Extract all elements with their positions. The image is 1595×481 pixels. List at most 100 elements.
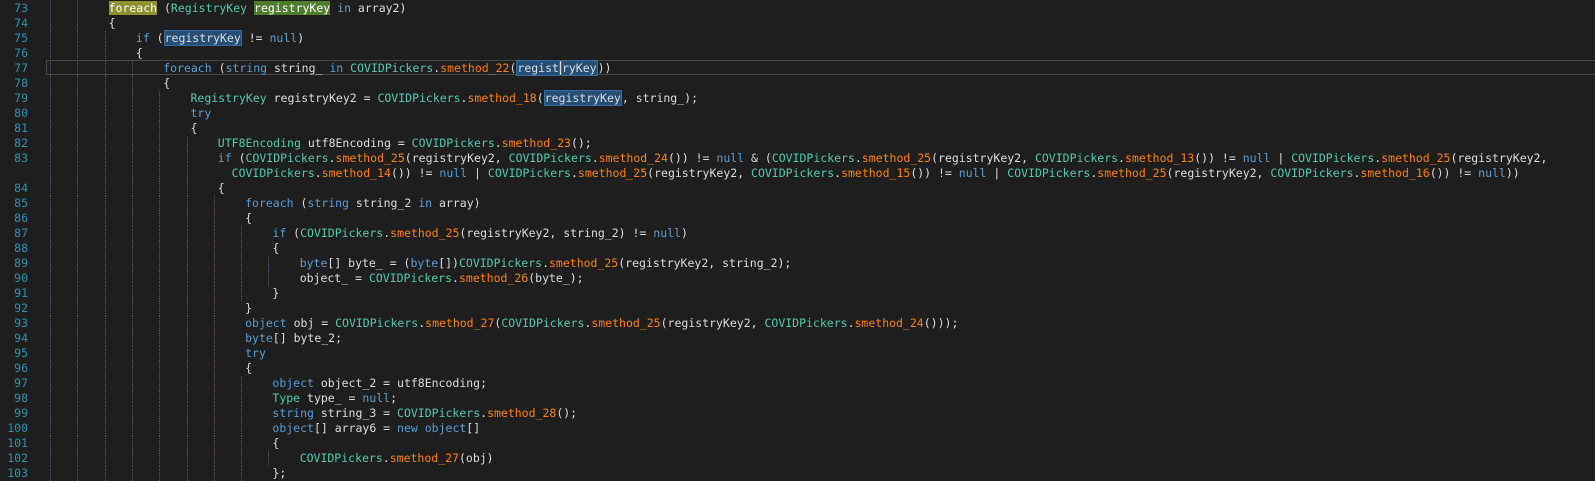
code-line[interactable]: 103}; <box>0 466 1595 481</box>
code-line[interactable]: 82 UTF8Encoding utf8Encoding = COVIDPicke… <box>0 136 1595 151</box>
indent-guide <box>50 466 51 481</box>
indent-guide <box>77 106 79 121</box>
indent-guide <box>268 271 270 286</box>
code-line[interactable]: 100 object[] array6 = new object[] <box>0 421 1595 436</box>
code-line[interactable]: COVIDPickers.smethod_14()) != null | COV… <box>0 166 1595 181</box>
indent-guide <box>50 151 51 166</box>
line-number: 93 <box>14 316 28 330</box>
code-token: | <box>986 166 1008 180</box>
code-line[interactable]: 97 object object_2 = utf8Encoding; <box>0 376 1595 391</box>
code-line[interactable]: 93 object obj = COVIDPickers.smethod_27(C… <box>0 316 1595 331</box>
indent-guide <box>186 376 188 391</box>
code-token: (); <box>570 136 592 150</box>
code-line[interactable]: 87 if (COVIDPickers.smethod_25(registryKe… <box>0 226 1595 241</box>
code-text: try <box>191 106 212 121</box>
code-text: { <box>191 121 198 136</box>
indent-guide <box>159 451 161 466</box>
code-token: (obj) <box>458 451 494 465</box>
line-number: 88 <box>14 241 28 255</box>
code-line[interactable]: 78 { <box>0 76 1595 91</box>
code-token: if <box>217 151 232 165</box>
code-line[interactable]: 92} <box>0 301 1595 316</box>
code-token: . <box>854 151 862 165</box>
code-token: )) <box>597 61 612 75</box>
code-token: try <box>190 106 212 120</box>
code-line[interactable]: 90 object_ = COVIDPickers.smethod_26(byte… <box>0 271 1595 286</box>
code-line[interactable]: 89 byte[] byte_ = (byte[])COVIDPickers.sm… <box>0 256 1595 271</box>
indent-guide <box>131 121 133 136</box>
code-line[interactable]: 102 COVIDPickers.smethod_27(obj) <box>0 451 1595 466</box>
code-editor[interactable]: 73 foreach (RegistryKey registryKey in ar… <box>0 0 1595 481</box>
indent-guide <box>131 181 133 196</box>
code-token: COVIDPickers <box>335 316 419 330</box>
indent-guide <box>77 466 79 481</box>
indent-guide <box>186 181 188 196</box>
code-line[interactable]: 88 { <box>0 241 1595 256</box>
code-line[interactable]: 74 { <box>0 16 1595 31</box>
indent-guide <box>213 331 215 346</box>
indent-guide <box>213 346 215 361</box>
line-number: 75 <box>14 31 28 45</box>
indent-guide <box>131 106 133 121</box>
code-line[interactable]: 81 { <box>0 121 1595 136</box>
indent-guide <box>159 466 161 481</box>
indent-guide <box>159 286 161 301</box>
code-line[interactable]: 86 { <box>0 211 1595 226</box>
code-token: COVIDPickers <box>368 271 453 285</box>
indent-guide <box>50 136 51 151</box>
code-line[interactable]: 73 foreach (RegistryKey registryKey in ar… <box>0 1 1595 16</box>
code-token: & ( <box>744 151 772 165</box>
line-number: 91 <box>14 286 28 300</box>
code-token: ) <box>680 226 688 240</box>
code-token: COVIDPickers <box>458 256 543 270</box>
indent-guide <box>213 421 215 436</box>
code-line[interactable]: 98 Type type_ = null; <box>0 391 1595 406</box>
code-token: . <box>847 316 855 330</box>
indent-guide <box>104 451 106 466</box>
code-line[interactable]: 83 if (COVIDPickers.smethod_25(registryKe… <box>0 151 1595 166</box>
code-token: if <box>272 226 287 240</box>
code-token: smethod_16 <box>1360 166 1430 180</box>
code-token: smethod_25 <box>577 166 648 180</box>
indent-guide <box>77 181 79 196</box>
code-line[interactable]: 91} <box>0 286 1595 301</box>
code-line[interactable]: 99 string string_3 = COVIDPickers.smethod… <box>0 406 1595 421</box>
code-line[interactable]: 101 { <box>0 436 1595 451</box>
indent-guide <box>186 466 188 481</box>
code-token: COVIDPickers <box>508 151 592 165</box>
code-token: COVIDPickers <box>377 91 461 105</box>
code-token: ( <box>211 61 226 75</box>
code-token: ( <box>157 1 171 15</box>
code-line[interactable]: 96 { <box>0 361 1595 376</box>
code-text: if (COVIDPickers.smethod_25(registryKey2… <box>272 226 688 241</box>
indent-guide <box>241 391 243 406</box>
code-token: regist <box>516 60 560 76</box>
indent-guide <box>50 61 51 76</box>
indent-guide <box>186 331 188 346</box>
line-number: 96 <box>14 361 28 375</box>
code-line[interactable]: 94 byte[] byte_2; <box>0 331 1595 346</box>
code-line[interactable]: 85 foreach (string string_2 in array) <box>0 196 1595 211</box>
code-line[interactable]: 84 { <box>0 181 1595 196</box>
code-line[interactable]: 95 try <box>0 346 1595 361</box>
code-token: { <box>108 16 116 30</box>
code-line[interactable]: 79 RegistryKey registryKey2 = COVIDPicker… <box>0 90 1595 106</box>
code-token: ()) != <box>1194 151 1243 165</box>
code-text: { <box>218 181 225 196</box>
code-token: string_2 <box>348 196 419 210</box>
code-token: . <box>570 166 578 180</box>
indent-guide <box>77 241 79 256</box>
code-token: string <box>272 406 314 420</box>
code-token: smethod_25 <box>335 151 405 165</box>
code-line[interactable]: 76 { <box>0 46 1595 61</box>
code-line[interactable]: 80 try <box>0 106 1595 121</box>
indent-guide <box>131 136 133 151</box>
indent-guide <box>131 406 133 421</box>
code-line[interactable]: 77 foreach (string string_ in COVIDPicker… <box>0 60 1595 76</box>
indent-guide <box>50 166 51 181</box>
code-token: . <box>328 151 336 165</box>
code-token: type_ = <box>300 391 363 405</box>
indent-guide <box>131 451 133 466</box>
indent-guide <box>186 301 188 316</box>
code-line[interactable]: 75 if (registryKey != null) <box>0 30 1595 46</box>
